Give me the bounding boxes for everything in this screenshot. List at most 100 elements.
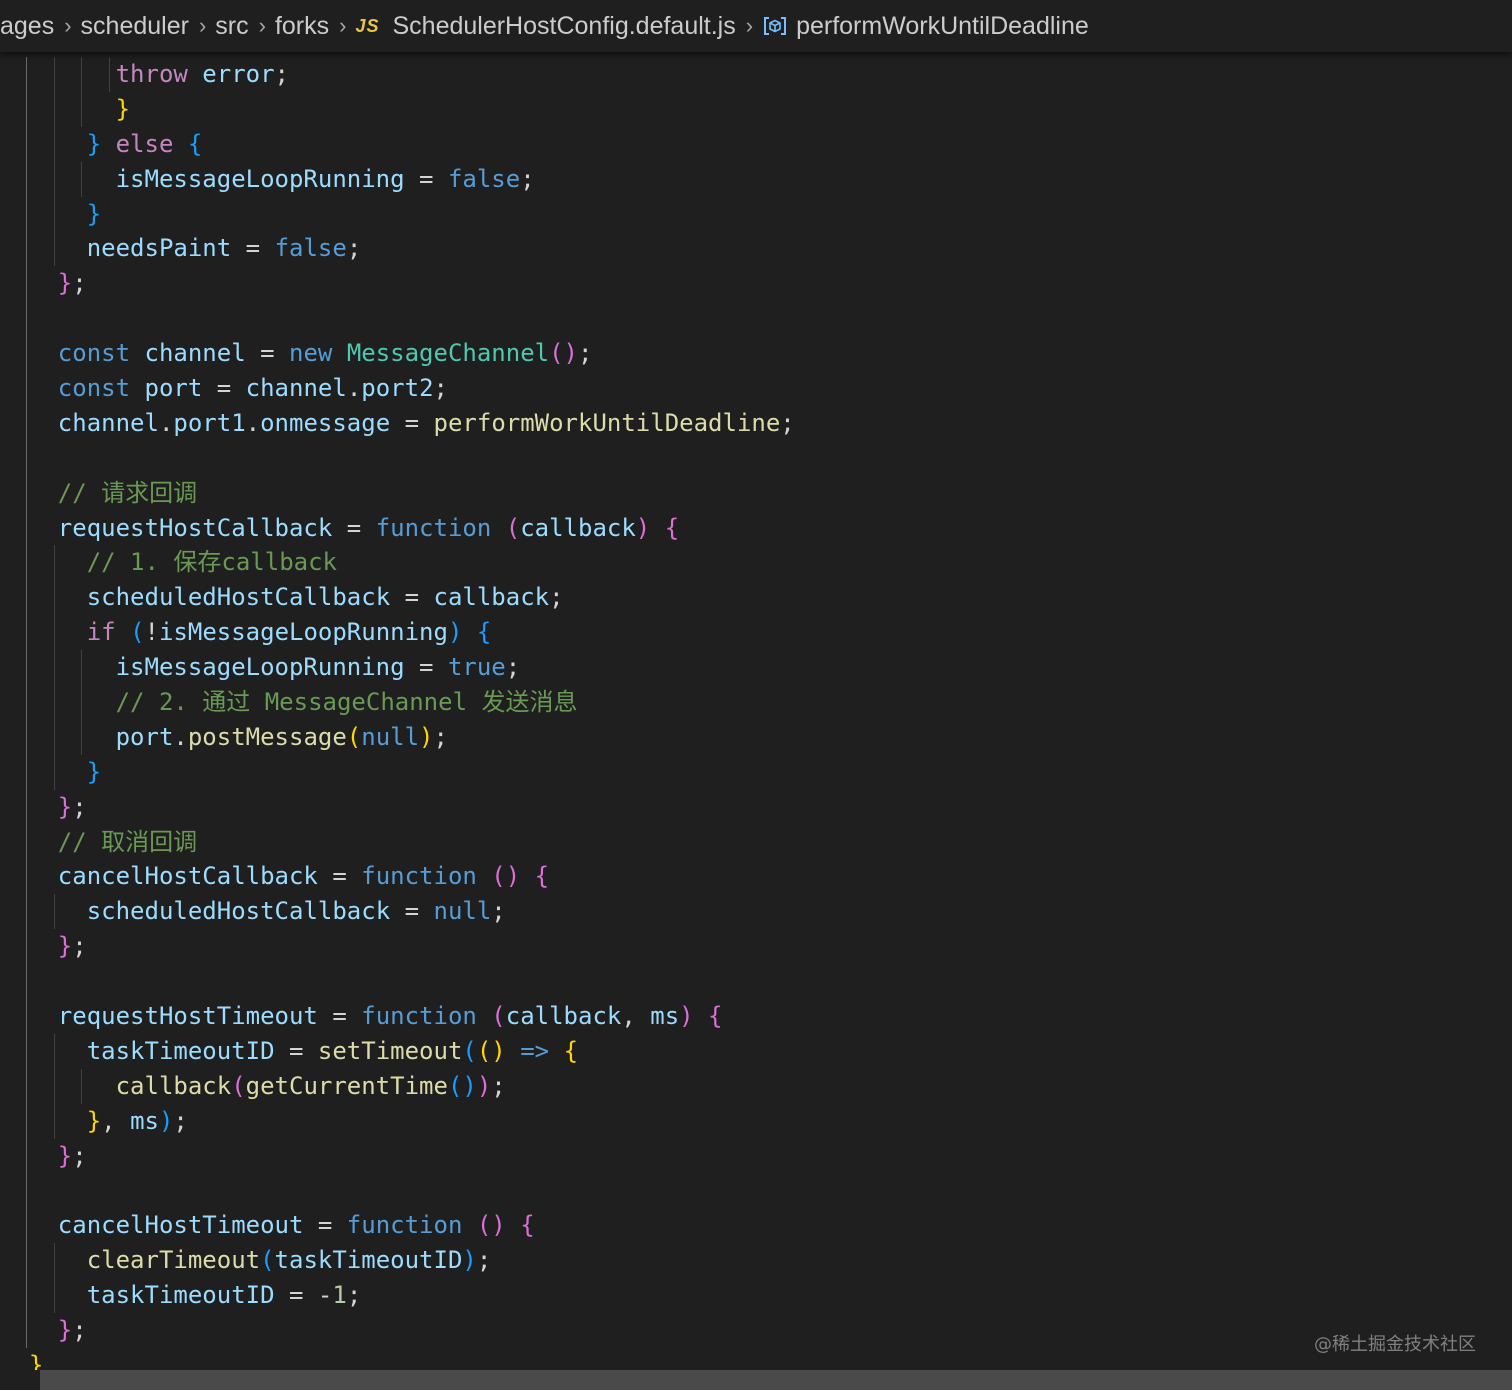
horizontal-scrollbar[interactable]	[40, 1370, 1512, 1390]
breadcrumb-item-src[interactable]: src	[215, 12, 248, 41]
code-line[interactable]: }, ms);	[0, 1103, 1512, 1139]
indent-guide	[53, 1278, 55, 1314]
breadcrumb-item-scheduler[interactable]: scheduler	[81, 12, 189, 41]
indent-guide	[25, 964, 27, 1000]
code-line[interactable]: const port = channel.port2;	[0, 371, 1512, 406]
code-token: (	[130, 618, 145, 647]
code-token: performWorkUntilDeadline	[433, 408, 781, 437]
indentation	[0, 304, 58, 332]
code-token: channel	[57, 408, 159, 437]
code-token: postMessage	[187, 722, 347, 751]
code-token: scheduledHostCallback	[86, 583, 391, 612]
code-line[interactable]	[0, 1173, 1512, 1209]
indent-guide	[25, 1243, 27, 1279]
code-token: ;	[72, 932, 87, 961]
chevron-right-icon: ›	[258, 13, 266, 38]
indentation	[0, 1246, 87, 1274]
indent-guide	[25, 266, 27, 302]
indentation	[0, 1037, 87, 1065]
indentation	[0, 1107, 87, 1135]
code-line[interactable]: if (!isMessageLoopRunning) {	[0, 615, 1512, 651]
breadcrumb-item-packages[interactable]: ages	[0, 12, 54, 41]
code-token: (	[491, 1002, 506, 1031]
code-token: // 1. 保存callback	[86, 548, 337, 577]
code-line[interactable]: // 2. 通过 MessageChannel 发送消息	[0, 685, 1512, 720]
indent-guide	[25, 894, 27, 930]
javascript-file-icon: JS	[355, 15, 380, 36]
code-line[interactable]: isMessageLoopRunning = false;	[0, 161, 1512, 197]
code-line[interactable]: scheduledHostCallback = null;	[0, 894, 1512, 930]
code-line[interactable]: };	[0, 1313, 1512, 1348]
indentation	[0, 479, 58, 507]
code-line[interactable]: };	[0, 929, 1512, 965]
code-line[interactable]: taskTimeoutID = -1;	[0, 1278, 1512, 1314]
indent-guide	[25, 231, 27, 267]
indentation	[0, 828, 58, 856]
code-token: =	[317, 1002, 362, 1031]
indent-guide	[81, 161, 83, 197]
code-line[interactable]: };	[0, 789, 1512, 825]
indent-guide	[25, 510, 27, 546]
code-line[interactable]: }	[0, 196, 1512, 232]
code-line[interactable]	[0, 301, 1512, 337]
indent-guide	[25, 650, 27, 686]
code-line[interactable]: throw error;	[0, 57, 1512, 92]
code-token: =	[274, 1036, 318, 1065]
code-editor[interactable]: throw error; } } else { isMessageLoopRun…	[0, 52, 1512, 1370]
code-line[interactable]: needsPaint = false;	[0, 231, 1512, 267]
breadcrumb-item-symbol[interactable]: performWorkUntilDeadline	[796, 12, 1089, 41]
code-token: =	[390, 897, 434, 926]
code-token: -	[317, 1281, 333, 1310]
code-line[interactable]: requestHostTimeout = function (callback,…	[0, 999, 1512, 1034]
code-line[interactable]	[0, 440, 1512, 476]
code-line[interactable]: cancelHostCallback = function () {	[0, 859, 1512, 895]
code-line[interactable]: };	[0, 266, 1512, 302]
code-line[interactable]: port.postMessage(null);	[0, 719, 1512, 755]
breadcrumb-item-file[interactable]: SchedulerHostConfig.default.js	[392, 12, 735, 41]
code-token: }	[57, 932, 73, 961]
indent-guide	[81, 1068, 83, 1104]
indent-guide	[25, 336, 27, 372]
code-line[interactable]: }	[0, 1348, 1512, 1370]
indentation	[0, 583, 87, 611]
indent-guide	[25, 754, 27, 790]
breadcrumb-item-forks[interactable]: forks	[275, 12, 329, 41]
indent-guide	[53, 57, 55, 92]
code-line[interactable]	[0, 964, 1512, 1000]
code-token: if	[86, 618, 131, 647]
code-line[interactable]: // 1. 保存callback	[0, 545, 1512, 581]
breadcrumb: ages › scheduler › src › forks › JS Sche…	[0, 0, 1512, 52]
indent-guide	[53, 161, 55, 197]
code-token: clearTimeout	[86, 1246, 261, 1275]
code-line[interactable]: callback(getCurrentTime());	[0, 1068, 1512, 1104]
code-token: =	[390, 583, 434, 612]
code-line[interactable]: isMessageLoopRunning = true;	[0, 650, 1512, 686]
code-line[interactable]: }	[0, 91, 1512, 127]
indentation	[0, 339, 58, 367]
code-token: ()	[476, 1036, 521, 1065]
code-line[interactable]: channel.port1.onmessage = performWorkUnt…	[0, 405, 1512, 441]
symbol-variable-icon	[762, 15, 788, 37]
code-line[interactable]: cancelHostTimeout = function () {	[0, 1208, 1512, 1244]
indent-guide	[25, 999, 27, 1034]
code-line[interactable]: }	[0, 754, 1512, 790]
indent-guide	[53, 719, 55, 755]
code-line[interactable]: // 请求回调	[0, 475, 1512, 511]
code-token: ;	[491, 897, 506, 926]
code-token: ms	[130, 1106, 159, 1135]
code-line[interactable]: const channel = new MessageChannel();	[0, 336, 1512, 372]
code-line[interactable]: } else {	[0, 126, 1512, 162]
code-token: =	[231, 234, 275, 263]
code-token: // 请求回调	[57, 478, 198, 507]
indentation	[0, 200, 87, 228]
code-line[interactable]: // 取消回调	[0, 824, 1512, 860]
code-line[interactable]: requestHostCallback = function (callback…	[0, 510, 1512, 546]
code-line[interactable]: clearTimeout(taskTimeoutID);	[0, 1243, 1512, 1279]
indentation	[0, 1316, 58, 1344]
code-line[interactable]: scheduledHostCallback = callback;	[0, 580, 1512, 616]
code-line[interactable]: taskTimeoutID = setTimeout(() => {	[0, 1033, 1512, 1069]
indentation	[0, 618, 87, 646]
indent-guide	[25, 440, 27, 476]
code-line[interactable]: };	[0, 1138, 1512, 1174]
code-token: channel	[144, 339, 246, 368]
